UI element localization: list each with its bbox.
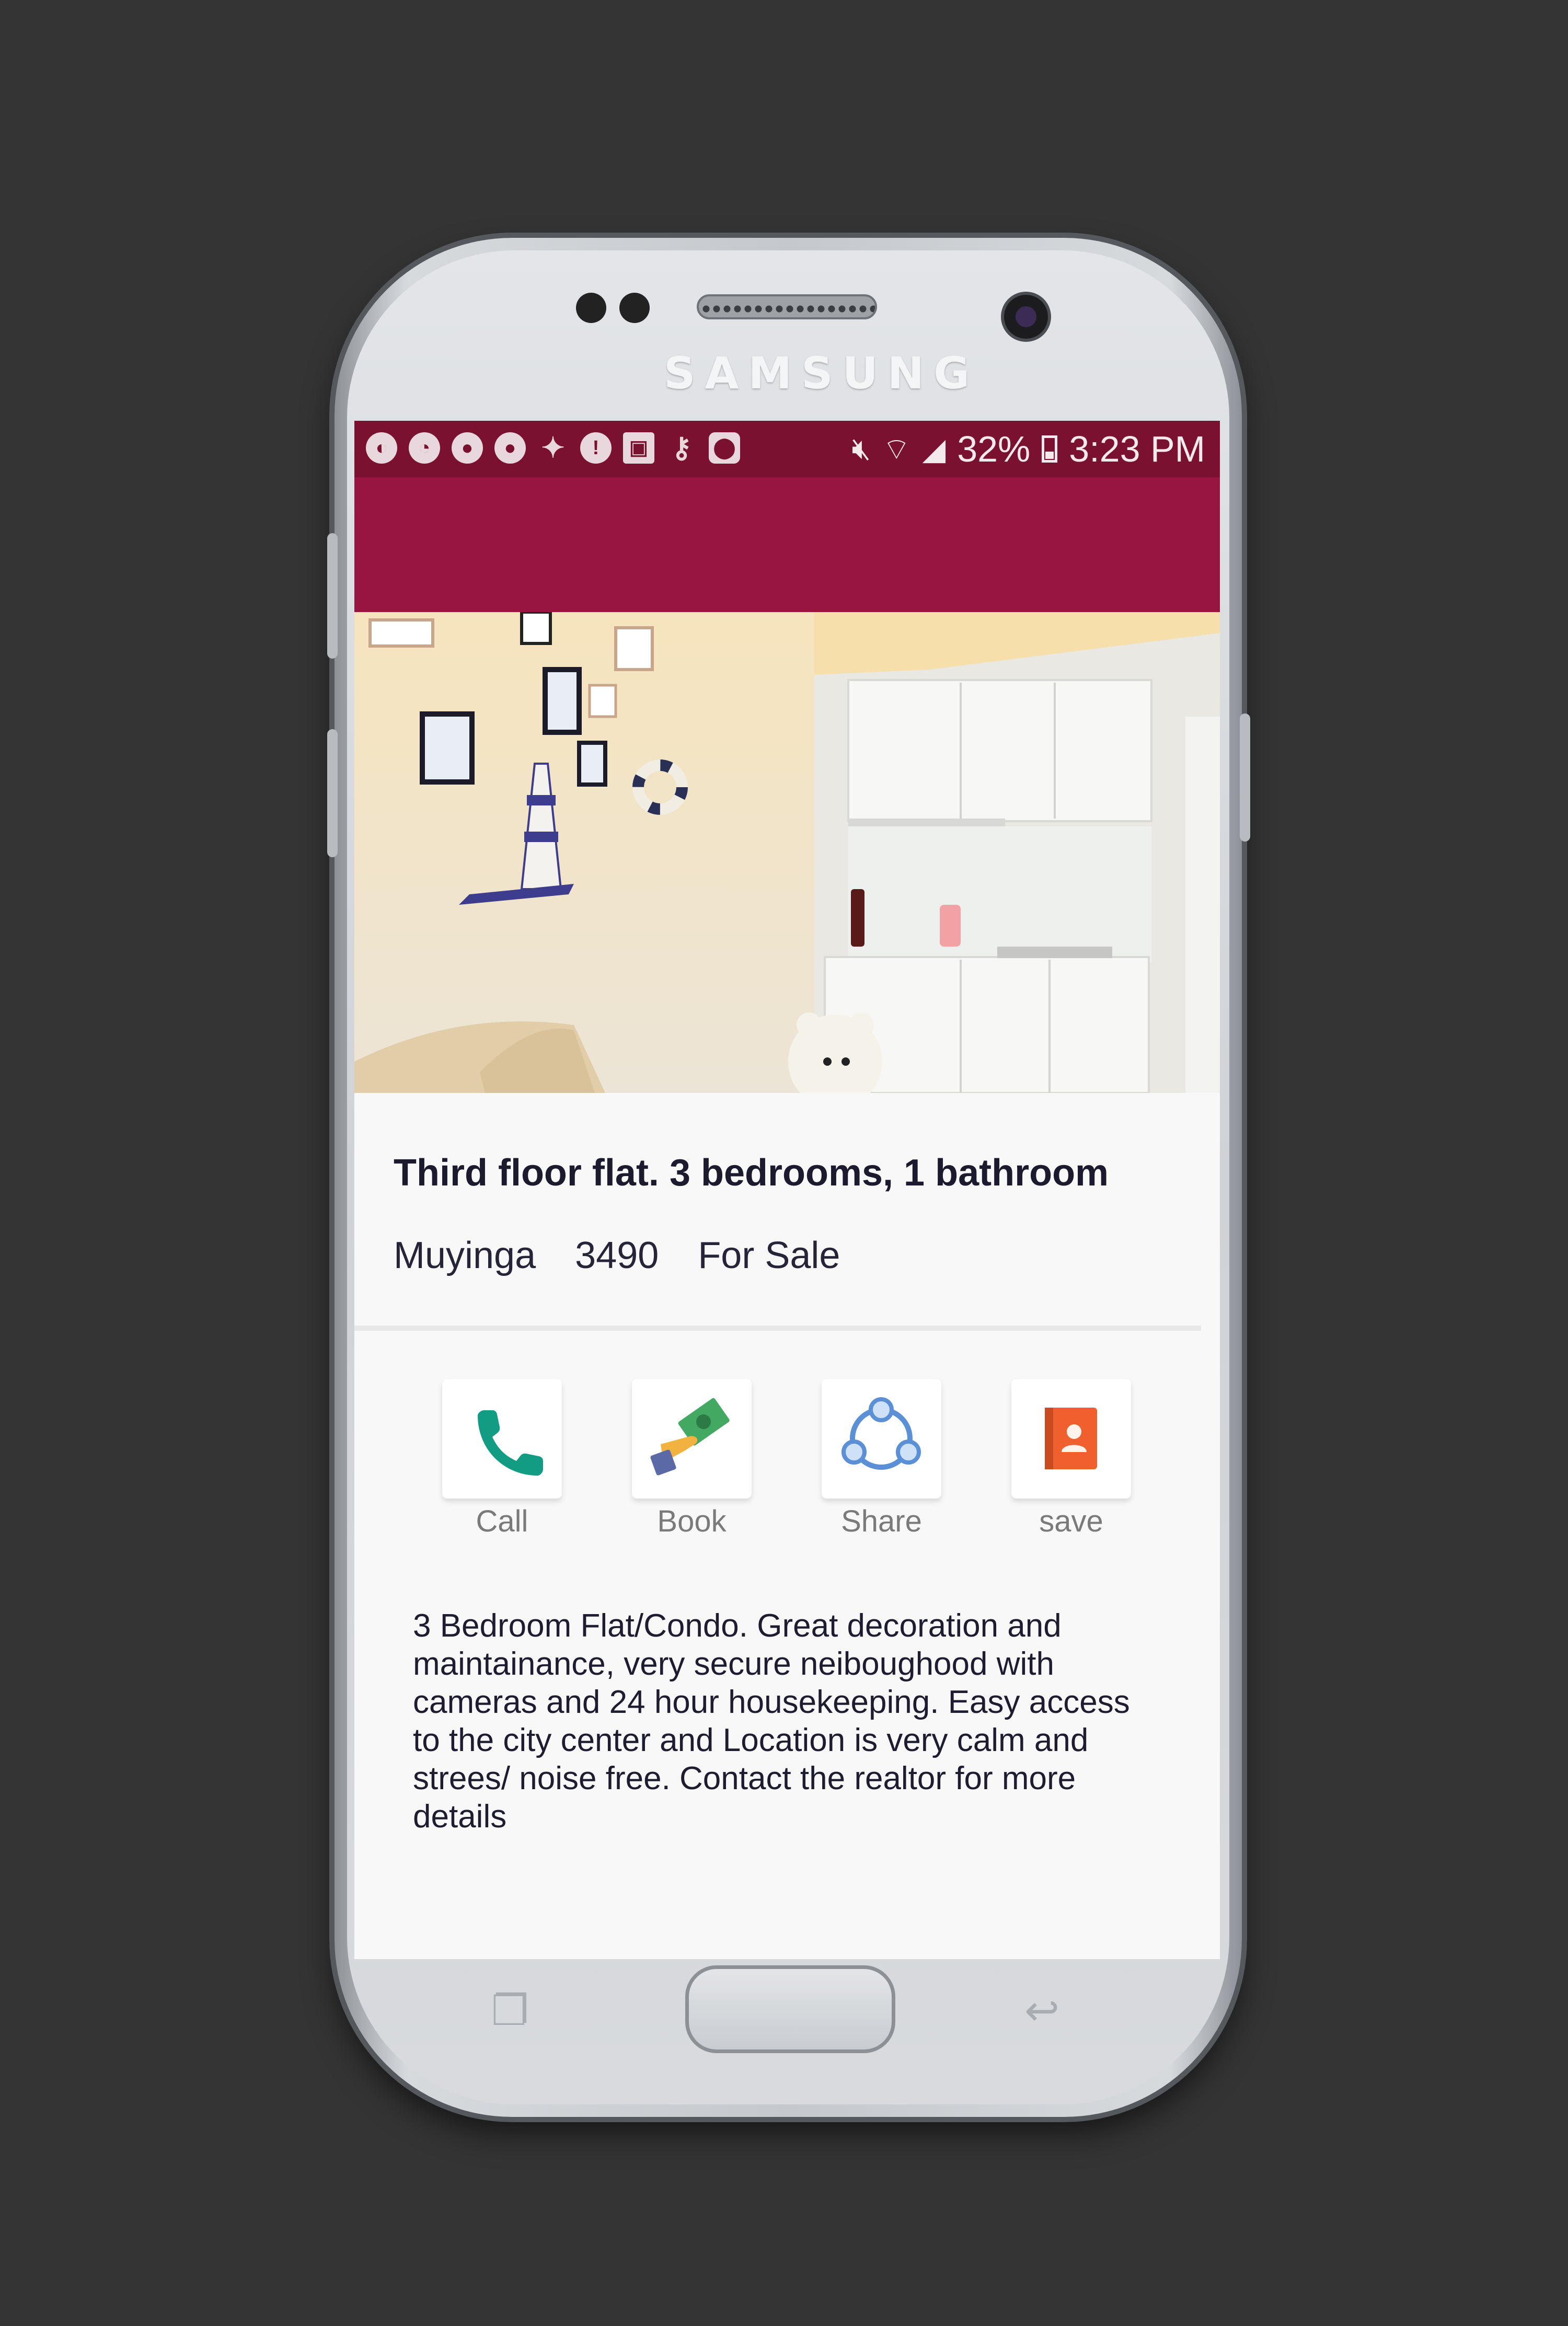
phone-icon xyxy=(478,1410,543,1476)
chat-alert-icon: ! xyxy=(580,432,612,464)
share-button-tile[interactable] xyxy=(822,1379,941,1499)
wechat-icon: ● xyxy=(494,432,526,464)
battery-percent: 32% xyxy=(957,429,1031,469)
share-circle-icon xyxy=(841,1397,921,1470)
call-button-tile[interactable] xyxy=(442,1379,562,1499)
power-button xyxy=(1240,713,1250,842)
earpiece-speaker xyxy=(697,294,877,319)
system-status: 🔇︎ ⌔ ◢ 32% 3:23 PM xyxy=(852,428,1206,470)
book-label: Book xyxy=(657,1504,727,1538)
light-sensor xyxy=(619,293,650,323)
battery-icon xyxy=(1042,435,1058,463)
listing-status: For Sale xyxy=(698,1235,840,1276)
call-button[interactable]: Call xyxy=(442,1379,562,1539)
proximity-sensor xyxy=(576,293,606,323)
contact-book-icon xyxy=(1045,1408,1097,1469)
screen: ◐ ◔ ● ● ✦ ! ▣ ⚷ ⬤ 🔇︎ ⌔ ◢ 32% 3:23 PM Thi… xyxy=(354,421,1220,1959)
map-pin-icon: ⬤ xyxy=(709,432,740,464)
twitter-icon: ✦ xyxy=(541,432,565,464)
listing-title: Third floor flat. 3 bedrooms, 1 bathroom xyxy=(394,1152,1109,1194)
app-bar xyxy=(354,477,1220,612)
listing-photo xyxy=(354,612,1220,1093)
image-icon: ▣ xyxy=(623,432,654,464)
recent-apps-key[interactable]: ❐ xyxy=(491,1986,529,2035)
wifi-icon: ⌔ xyxy=(882,432,911,466)
listing-details: Third floor flat. 3 bedrooms, 1 bathroom… xyxy=(354,1093,1220,1959)
wechat-icon: ● xyxy=(452,432,483,464)
notification-icons: ◐ ◔ ● ● ✦ ! ▣ ⚷ ⬤ xyxy=(366,432,740,466)
globe-icon: ◐ xyxy=(366,432,397,464)
timer-icon: ◔ xyxy=(409,432,440,464)
book-button-tile[interactable] xyxy=(632,1379,752,1499)
save-label: save xyxy=(1039,1504,1103,1538)
listing-price: 3490 xyxy=(575,1235,659,1276)
call-label: Call xyxy=(476,1504,528,1538)
room-photo xyxy=(354,612,1220,1093)
front-camera xyxy=(1001,292,1051,342)
mute-icon: 🔇︎ xyxy=(851,432,871,466)
listing-description: 3 Bedroom Flat/Condo. Great decoration a… xyxy=(413,1608,1130,1835)
status-bar: ◐ ◔ ● ● ✦ ! ▣ ⚷ ⬤ 🔇︎ ⌔ ◢ 32% 3:23 PM xyxy=(354,421,1220,477)
save-button[interactable]: save xyxy=(1011,1379,1131,1539)
share-label: Share xyxy=(841,1504,922,1538)
book-button[interactable]: Book xyxy=(632,1379,752,1539)
back-key[interactable]: ↩ xyxy=(1024,1986,1059,2035)
listing-meta: Muyinga 3490 For Sale xyxy=(394,1234,840,1277)
listing-location: Muyinga xyxy=(394,1235,536,1276)
save-button-tile[interactable] xyxy=(1011,1379,1131,1499)
key-icon: ⚷ xyxy=(671,432,692,464)
clock: 3:23 PM xyxy=(1069,429,1205,469)
action-row: Call Book Share save xyxy=(442,1379,1131,1539)
signal-icon: ◢ xyxy=(922,432,946,466)
divider xyxy=(354,1326,1201,1331)
home-button[interactable] xyxy=(685,1965,895,2053)
money-hand-icon xyxy=(650,1398,730,1476)
bixby-button xyxy=(327,729,338,857)
volume-button xyxy=(327,533,338,659)
share-button[interactable]: Share xyxy=(822,1379,941,1539)
device-brand: SAMSUNG xyxy=(664,348,979,399)
